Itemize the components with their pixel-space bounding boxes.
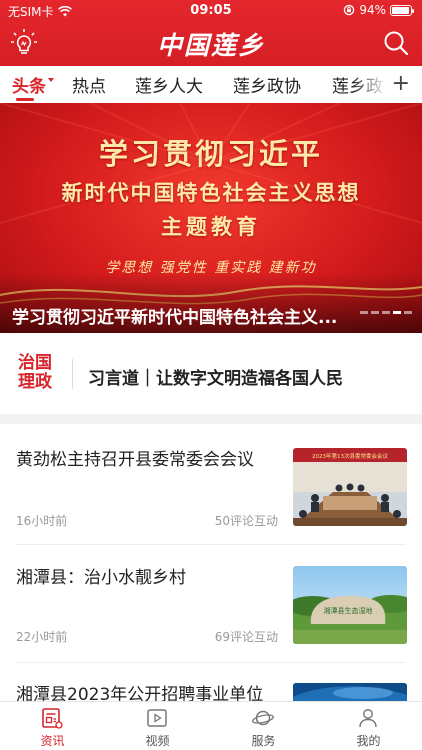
- news-item[interactable]: 湘潭县：治小水靓乡村 22小时前 69评论互动 湘潭县生态湿地: [0, 566, 422, 662]
- bottom-nav: 资讯 视频 服务 我的: [0, 701, 422, 750]
- person-icon: [359, 709, 377, 728]
- nav-news[interactable]: 资讯: [0, 702, 105, 750]
- orientation-lock-icon: [344, 4, 355, 16]
- planet-icon: [252, 710, 274, 726]
- nav-label: 视频: [145, 734, 170, 748]
- tab-npc[interactable]: 莲乡人大: [135, 72, 203, 97]
- banner-line-1: 学习贯彻习近平: [98, 137, 323, 171]
- video-icon: [147, 709, 167, 727]
- active-tab-indicator: [16, 98, 34, 101]
- nav-label: 资讯: [40, 734, 65, 748]
- section-gap: [0, 414, 422, 424]
- nav-profile[interactable]: 我的: [316, 702, 421, 750]
- carousel-dot: [371, 311, 379, 314]
- news-comments: 50评论互动: [214, 514, 278, 528]
- thumb-caption: 湘潭县生态湿地: [324, 606, 373, 615]
- news-thumbnail: 湘潭县生态湿地: [293, 566, 407, 644]
- divider: [16, 662, 406, 663]
- badge-line-1: 治国: [18, 353, 52, 373]
- news-comments: 69评论互动: [214, 630, 278, 644]
- meeting-photo: 2023年第13次县委常委会会议: [293, 448, 407, 526]
- add-channel-button[interactable]: +: [392, 71, 410, 97]
- status-right: 94%: [343, 3, 414, 17]
- thumb-caption: 2023年第13次县委常委会会议: [312, 452, 388, 460]
- news-thumbnail: 2023年第13次县委常委会会议: [293, 448, 407, 526]
- news-title: 黄劲松主持召开县委常委会会议: [16, 450, 254, 470]
- carousel-dot-active: [393, 311, 401, 314]
- governance-strip[interactable]: 治国 理政 习言道｜让数字文明造福各国人民: [0, 334, 422, 414]
- banner-line-2: 新时代中国特色社会主义思想: [61, 180, 361, 205]
- governance-headline: 习言道｜让数字文明造福各国人民: [88, 369, 343, 389]
- search-icon[interactable]: [382, 29, 410, 57]
- channel-tabs: 头条 热点 莲乡人大 莲乡政协 莲乡政 +: [0, 66, 422, 102]
- banner-caption: 学习贯彻习近平新时代中国特色社会主义...: [12, 308, 338, 328]
- tab-cppcc[interactable]: 莲乡政协: [233, 72, 301, 97]
- nav-label: 服务: [251, 734, 276, 748]
- news-thumbnail: [293, 683, 407, 701]
- news-icon: [42, 708, 63, 729]
- nav-service[interactable]: 服务: [211, 702, 316, 750]
- news-item[interactable]: 黄劲松主持召开县委常委会会议 16小时前 50评论互动 2023年第13次县委常…: [0, 448, 422, 544]
- news-title: 湘潭县：治小水靓乡村: [16, 568, 186, 588]
- nav-label: 我的: [356, 734, 381, 748]
- status-bar: 无SIM卡 09:05 94%: [0, 0, 422, 22]
- nav-video[interactable]: 视频: [105, 702, 210, 750]
- battery-level: [392, 6, 409, 14]
- wetland-photo: 湘潭县生态湿地: [293, 566, 407, 644]
- title-bar: 中国莲乡: [0, 22, 422, 66]
- app-header: 无SIM卡 09:05 94% 中国莲乡: [0, 0, 422, 66]
- carousel-indicator: [360, 311, 412, 314]
- news-time: 22小时前: [16, 630, 68, 644]
- app-root: 无SIM卡 09:05 94% 中国莲乡 头条 热点 莲乡人大 莲乡政协 + 学…: [0, 0, 422, 750]
- governance-divider: [72, 359, 73, 389]
- news-title: 湘潭县2023年公开招聘事业单位: [16, 685, 264, 701]
- tab-headlines[interactable]: 头条: [12, 72, 46, 97]
- news-time: 16小时前: [16, 514, 68, 528]
- battery-icon: [390, 4, 414, 16]
- chevron-down-icon: [48, 78, 54, 82]
- battery-percent: 94%: [359, 3, 386, 17]
- tabs-fade: [352, 66, 392, 102]
- divider: [16, 544, 406, 545]
- carousel-dot: [404, 311, 412, 314]
- app-logo: 中国莲乡: [156, 31, 265, 60]
- news-item[interactable]: 湘潭县2023年公开招聘事业单位: [0, 683, 422, 701]
- recruit-photo: [293, 683, 407, 701]
- hero-banner[interactable]: 学习贯彻习近平 新时代中国特色社会主义思想 主题教育 学思想 强党性 重实践 建…: [0, 103, 422, 333]
- badge-line-2: 理政: [18, 372, 52, 392]
- banner-line-3: 主题教育: [161, 214, 261, 239]
- governance-badge: 治国 理政: [18, 354, 58, 392]
- carousel-dot: [382, 311, 390, 314]
- carousel-dot: [360, 311, 368, 314]
- tab-hot[interactable]: 热点: [72, 72, 106, 97]
